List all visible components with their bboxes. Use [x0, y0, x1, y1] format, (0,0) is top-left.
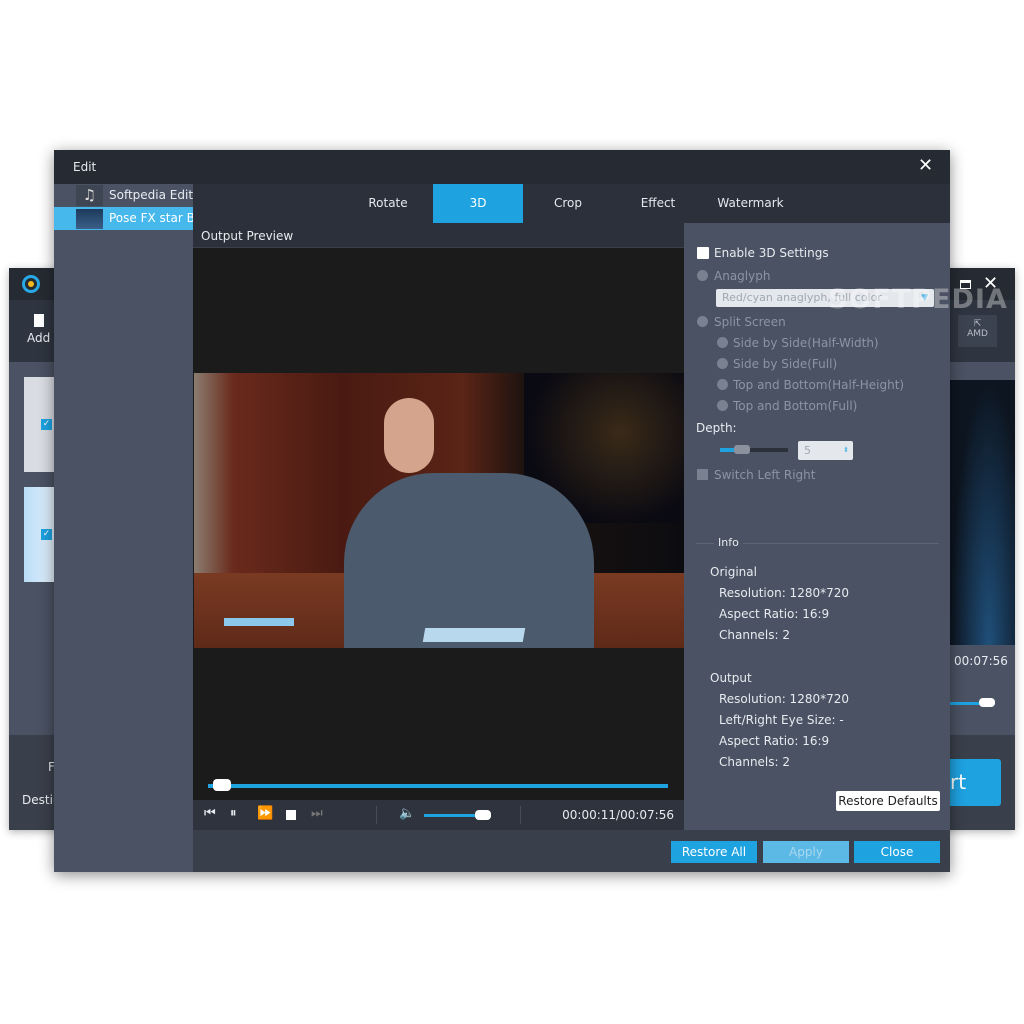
amd-icon: ⇱	[973, 319, 982, 329]
pause-icon[interactable]: ⏸	[230, 806, 237, 821]
player-controls: ⏮ ⏸ ⏩ ⏭ 🔈 00:00:11/00:07:56	[193, 800, 684, 830]
close-icon[interactable]: ✕	[918, 155, 933, 176]
tab-effect[interactable]: Effect	[613, 184, 703, 223]
add-file-icon	[33, 314, 44, 327]
preview-label: Output Preview	[201, 229, 294, 243]
close-button[interactable]: Close	[854, 841, 940, 863]
restore-defaults-button[interactable]: Restore Defaults	[836, 791, 940, 811]
volume-icon[interactable]: 🔈	[399, 806, 415, 821]
apply-button[interactable]: Apply	[763, 841, 849, 863]
depth-slider[interactable]	[720, 445, 788, 454]
enable-3d-checkbox[interactable]	[697, 247, 709, 259]
split-option-radio[interactable]	[717, 337, 728, 348]
split-screen-radio[interactable]	[697, 316, 708, 327]
stepper-arrows-icon[interactable]: ⬍	[843, 441, 849, 460]
edit-dialog: Edit ✕ ♫ Softpedia Edit... Pose FX star …	[54, 150, 950, 872]
file-sidebar: ♫ Softpedia Edit... Pose FX star B...	[54, 184, 206, 872]
add-label: Add	[27, 331, 51, 345]
stop-icon[interactable]	[286, 810, 296, 820]
divider	[376, 806, 377, 824]
file-item-audio[interactable]: ♫ Softpedia Edit...	[54, 184, 204, 207]
restore-all-button[interactable]: Restore All	[671, 841, 757, 863]
split-option-radio[interactable]	[717, 400, 728, 411]
tab-rotate[interactable]: Rotate	[343, 184, 433, 223]
depth-stepper[interactable]: 5 ⬍	[798, 441, 853, 460]
info-value: Channels: 2	[719, 755, 791, 769]
file-item[interactable]: ✓	[24, 487, 54, 582]
output-preview: Output Preview	[193, 223, 684, 800]
tab-bar: Rotate 3D Crop Effect Watermark	[193, 184, 950, 223]
enable-3d-label: Enable 3D Settings	[714, 246, 829, 260]
switch-left-right-checkbox[interactable]	[697, 469, 708, 480]
dialog-title-bar: Edit ✕	[54, 150, 950, 184]
skip-back-icon[interactable]: ⏮	[204, 806, 216, 821]
tab-crop[interactable]: Crop	[523, 184, 613, 223]
time-label: 00:07:56	[954, 654, 1008, 668]
file-name: Softpedia Edit...	[109, 188, 205, 202]
preview-area	[950, 380, 1015, 645]
split-option-label: Side by Side(Full)	[733, 357, 838, 371]
divider	[520, 806, 521, 824]
dialog-title: Edit	[73, 160, 97, 174]
info-value: Resolution: 1280*720	[719, 692, 850, 706]
app-logo-icon	[22, 275, 40, 293]
split-option-label: Top and Bottom(Full)	[733, 399, 858, 413]
tab-watermark[interactable]: Watermark	[703, 184, 798, 223]
depth-thumb[interactable]	[734, 445, 750, 454]
output-heading: Output	[710, 671, 752, 685]
fast-forward-icon[interactable]: ⏩	[257, 806, 273, 821]
time-display: 00:00:11/00:07:56	[562, 808, 674, 822]
tab-3d[interactable]: 3D	[433, 184, 523, 223]
info-value: Left/Right Eye Size: -	[719, 713, 844, 727]
file-item[interactable]: ✓	[24, 377, 54, 472]
split-screen-label: Split Screen	[714, 315, 786, 329]
original-heading: Original	[710, 565, 757, 579]
info-value: Aspect Ratio: 16:9	[719, 607, 830, 621]
volume-slider[interactable]	[950, 698, 995, 707]
watermark: SOFTPEDIA	[828, 284, 1008, 315]
seek-thumb[interactable]	[213, 779, 231, 791]
file-item-video[interactable]: Pose FX star B...	[54, 207, 206, 230]
split-option-radio[interactable]	[717, 379, 728, 390]
anaglyph-radio[interactable]	[697, 270, 708, 281]
checkbox[interactable]: ✓	[41, 419, 52, 430]
next-frame-icon[interactable]: ⏭	[311, 806, 323, 821]
split-option-label: Side by Side(Half-Width)	[733, 336, 879, 350]
info-value: Resolution: 1280*720	[719, 586, 850, 600]
seek-bar[interactable]	[208, 779, 668, 791]
depth-label: Depth:	[696, 421, 737, 435]
split-option-radio[interactable]	[717, 358, 728, 369]
preview-header: Output Preview	[193, 223, 684, 248]
depth-value: 5	[804, 444, 811, 457]
split-option-label: Top and Bottom(Half-Height)	[733, 378, 905, 392]
add-file-button[interactable]: Add	[27, 314, 50, 345]
video-frame	[194, 373, 684, 648]
anaglyph-label: Anaglyph	[714, 269, 771, 283]
volume-slider[interactable]	[424, 810, 491, 820]
info-heading: Info	[714, 536, 743, 549]
checkbox[interactable]: ✓	[41, 529, 52, 540]
info-value: Aspect Ratio: 16:9	[719, 734, 830, 748]
amd-button[interactable]: ⇱ AMD	[958, 315, 997, 347]
switch-left-right-label: Switch Left Right	[714, 468, 816, 482]
file-name: Pose FX star B...	[109, 211, 207, 225]
info-value: Channels: 2	[719, 628, 791, 642]
video-thumbnail	[76, 209, 103, 229]
music-note-icon: ♫	[76, 185, 103, 206]
